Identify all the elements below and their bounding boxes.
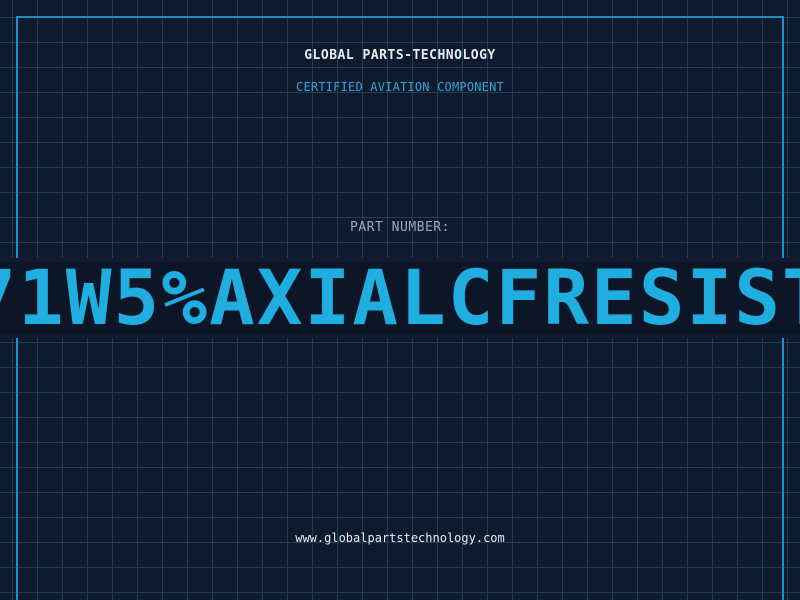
company-name: GLOBAL PARTS-TECHNOLOGY bbox=[304, 48, 496, 63]
part-number-band: 71W5%AXIALCFRESIST bbox=[0, 262, 800, 334]
part-number-label: PART NUMBER: bbox=[350, 220, 450, 235]
website-link[interactable]: www.globalpartstechnology.com bbox=[0, 531, 800, 545]
certified-tagline: CERTIFIED AVIATION COMPONENT bbox=[296, 80, 504, 94]
part-number-value: 71W5%AXIALCFRESIST bbox=[0, 262, 800, 334]
